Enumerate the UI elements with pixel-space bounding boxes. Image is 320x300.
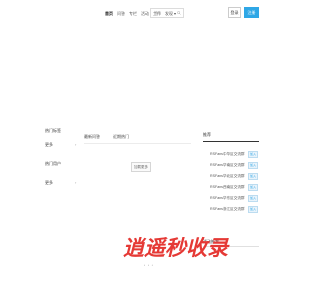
- join-button[interactable]: 加入: [248, 184, 258, 191]
- promo-banner-text: 逍遥秒收录: [123, 237, 228, 260]
- list-item[interactable]: RSFans华北区交流群: [210, 174, 245, 179]
- tab-latest[interactable]: 最新问答: [84, 134, 100, 140]
- join-button[interactable]: 加入: [248, 151, 258, 158]
- login-button[interactable]: 登录: [228, 7, 241, 18]
- search-placeholder: 搜索: [154, 11, 161, 15]
- nav-column[interactable]: 专栏: [129, 11, 137, 17]
- nav-qa[interactable]: 问答: [117, 11, 125, 17]
- recommend-title: 推荐: [203, 132, 211, 137]
- nav-home[interactable]: 首页: [105, 11, 113, 17]
- hot-users-title: 热门用户: [45, 161, 61, 166]
- list-item[interactable]: RSFans华东区交流群: [210, 196, 245, 201]
- list-item[interactable]: RSFans华南区交流群: [210, 163, 245, 168]
- join-button[interactable]: 加入: [248, 206, 258, 213]
- carousel-dots[interactable]: • • •: [144, 263, 154, 267]
- chevron-right-icon[interactable]: ›: [75, 180, 76, 185]
- tab-hot[interactable]: 近期热门: [113, 134, 129, 140]
- chevron-right-icon[interactable]: ›: [75, 142, 76, 147]
- join-button[interactable]: 加入: [248, 173, 258, 180]
- join-button[interactable]: 加入: [248, 162, 258, 169]
- join-button[interactable]: 加入: [248, 195, 258, 202]
- hot-tags-title: 热门标签: [45, 128, 61, 133]
- list-item[interactable]: RSFans浙江区交流群: [210, 207, 245, 212]
- hot-users-more[interactable]: 更多: [45, 180, 53, 186]
- list-item[interactable]: RSFans西南区交流群: [210, 185, 245, 190]
- list-item[interactable]: RSFans中华区交流群: [210, 152, 245, 157]
- hot-tags-more[interactable]: 更多: [45, 142, 53, 148]
- tab-divider: [84, 143, 191, 144]
- nav-events[interactable]: 活动: [141, 11, 149, 17]
- register-button[interactable]: 注册: [244, 7, 259, 18]
- search-icon[interactable]: [177, 11, 181, 15]
- search-input[interactable]: 搜索: [150, 8, 184, 18]
- load-more-button[interactable]: 加载更多: [131, 162, 151, 172]
- recommend-divider: [203, 141, 259, 142]
